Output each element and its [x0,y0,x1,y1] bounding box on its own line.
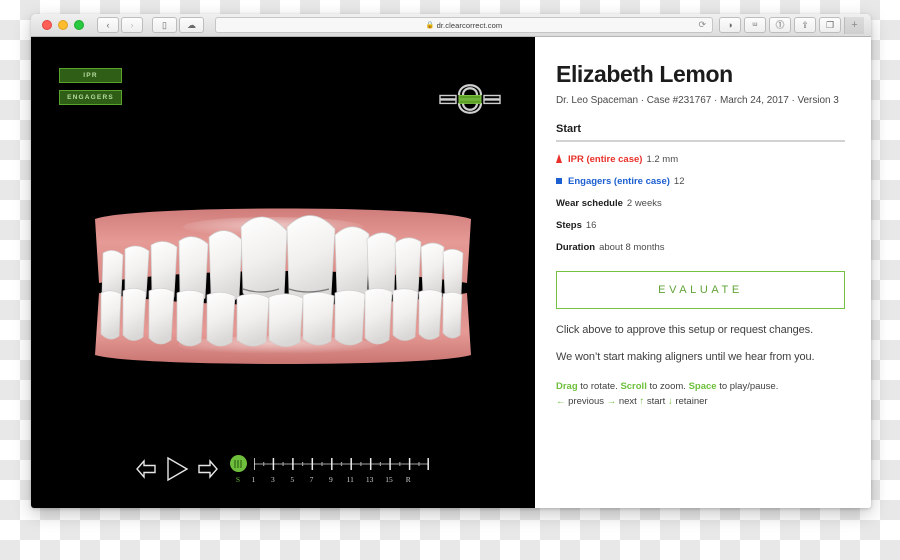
duration-stat: Duration about 8 months [556,242,845,253]
back-button[interactable]: ‹ [97,17,119,33]
engagers-stat: Engagers (entire case) 12 [556,176,845,187]
viewer-overlay-buttons: IPR ENGAGERS [59,68,122,105]
address-text-wrap: 🔒 dr.clearcorrect.com [426,21,503,30]
timeline-ticks[interactable] [253,456,429,472]
case-detail-panel: Elizabeth Lemon Dr. Leo Spaceman · Case … [535,37,871,508]
case-metadata: Dr. Leo Spaceman · Case #231767 · March … [556,95,839,107]
step-scrubber[interactable]: S 1 3 5 7 9 11 13 15 R [229,450,432,494]
dental-arch-model [73,197,493,377]
address-bar[interactable]: 🔒 dr.clearcorrect.com ⟳ [215,17,713,33]
close-window-button[interactable] [42,20,52,30]
browser-window: ‹ › ▯ ☁ 🔒 dr.clearcorrect.com ⟳ ◑ ᵚ ⓵ ⇪ … [31,14,871,508]
right-arrow-icon: → [606,396,617,408]
previous-hint-text: previous [565,396,607,408]
ipr-stat: IPR (entire case) 1.2 mm [556,153,845,165]
timeline-label-13[interactable]: 13 [366,475,374,484]
playback-controls [135,456,219,482]
start-hint-text: start [644,396,668,408]
browser-toolbar: ‹ › ▯ ☁ 🔒 dr.clearcorrect.com ⟳ ◑ ᵚ ⓵ ⇪ … [31,14,871,37]
timeline-label-9[interactable]: 9 [329,475,333,484]
reload-icon[interactable]: ⟳ [698,20,706,31]
wear-schedule-stat: Wear schedule 2 weeks [556,198,845,209]
share-icon[interactable]: ⇪ [794,17,816,33]
drag-key-label: Drag [556,381,578,393]
navigation-buttons: ‹ › [97,17,143,33]
drag-hint-text: to rotate. [577,381,621,393]
engagers-stat-value: 12 [673,176,685,188]
url-text: dr.clearcorrect.com [436,20,503,30]
view-buttons: ▯ ☁ [152,17,204,33]
lock-icon: 🔒 [425,22,435,29]
scrubber-handle[interactable] [229,455,247,472]
tabs-overview-icon[interactable]: ❐ [819,17,841,33]
timeline-label-r[interactable]: R [406,475,411,484]
handle-grip-bar [240,459,242,468]
timeline-controls: S 1 3 5 7 9 11 13 15 R [31,450,535,494]
timeline-label-s[interactable]: S [236,475,240,484]
handle-grip-bar [234,459,236,468]
scroll-hint-text: to zoom. [646,381,689,393]
next-hint-text: next [616,396,640,408]
ipr-stat-label: IPR (entire case) [568,154,643,166]
forward-button[interactable]: › [121,17,143,33]
new-tab-button[interactable]: + [844,16,864,34]
arrow-hints-line: ← previous → next ↑ start ↓ retainer [556,395,845,410]
space-hint-text: to play/pause. [716,381,779,393]
timeline-label-11[interactable]: 11 [347,475,354,484]
aligner-note: We won’t start making aligners until we … [556,351,815,364]
left-arrow-icon: ← [556,396,566,408]
arch-view-selector-icon[interactable] [435,73,505,125]
triangle-marker-icon [556,154,562,164]
evaluate-button[interactable]: EVALUATE [556,271,845,310]
maximize-window-button[interactable] [74,20,84,30]
retainer-hint-text: retainer [672,396,708,408]
treatment-3d-viewer[interactable]: IPR ENGAGERS S 1 3 5 7 9 11 13 15 R [31,37,535,508]
toolbar-extensions: ◑ ᵚ ⓵ ⇪ ❐ [719,17,841,33]
space-key-label: Space [688,381,717,393]
square-marker-icon [556,178,562,185]
engagers-stat-label: Engagers (entire case) [568,176,670,188]
ipr-stat-value: 1.2 mm [646,154,679,166]
adblock-icon[interactable]: ◑ [719,17,741,33]
timeline-label-15[interactable]: 15 [385,475,393,484]
steps-label: Steps [556,220,582,232]
approve-note: Click above to approve this setup or req… [556,324,814,337]
timeline-label-1[interactable]: 1 [252,475,256,484]
stage-divider [556,140,845,143]
play-pause-button[interactable] [164,456,190,482]
timeline-label-5[interactable]: 5 [290,475,294,484]
keyboard-hints: Drag to rotate. Scroll to zoom. Space to… [556,380,845,409]
steps-value: 16 [585,220,597,232]
mouse-hints-line: Drag to rotate. Scroll to zoom. Space to… [556,380,845,395]
steps-stat: Steps 16 [556,220,845,231]
duration-label: Duration [556,242,596,254]
timeline-label-7[interactable]: 7 [310,475,314,484]
stage-heading: Start [556,123,582,136]
page-title: Elizabeth Lemon [556,61,733,87]
pocket-icon[interactable]: ᵚ [744,17,766,33]
timeline-tick-labels: S 1 3 5 7 9 11 13 15 R [230,475,430,487]
ipr-toggle-button[interactable]: IPR [59,68,122,83]
scroll-key-label: Scroll [620,381,647,393]
sidebar-toggle-icon[interactable]: ▯ [152,17,177,33]
minimize-window-button[interactable] [58,20,68,30]
icloud-tabs-icon[interactable]: ☁ [179,17,204,33]
engagers-toggle-button[interactable]: ENGAGERS [59,90,122,105]
wear-schedule-value: 2 weeks [626,198,662,210]
timeline-label-3[interactable]: 3 [271,475,275,484]
next-step-button[interactable] [197,459,219,479]
handle-grip-bar [237,459,239,468]
window-controls [42,20,84,30]
info-icon[interactable]: ⓵ [769,17,791,33]
previous-step-button[interactable] [135,459,157,479]
duration-value: about 8 months [599,242,665,254]
wear-schedule-label: Wear schedule [556,198,623,210]
page-content: IPR ENGAGERS S 1 3 5 7 9 11 13 15 R Eliz… [31,37,871,508]
